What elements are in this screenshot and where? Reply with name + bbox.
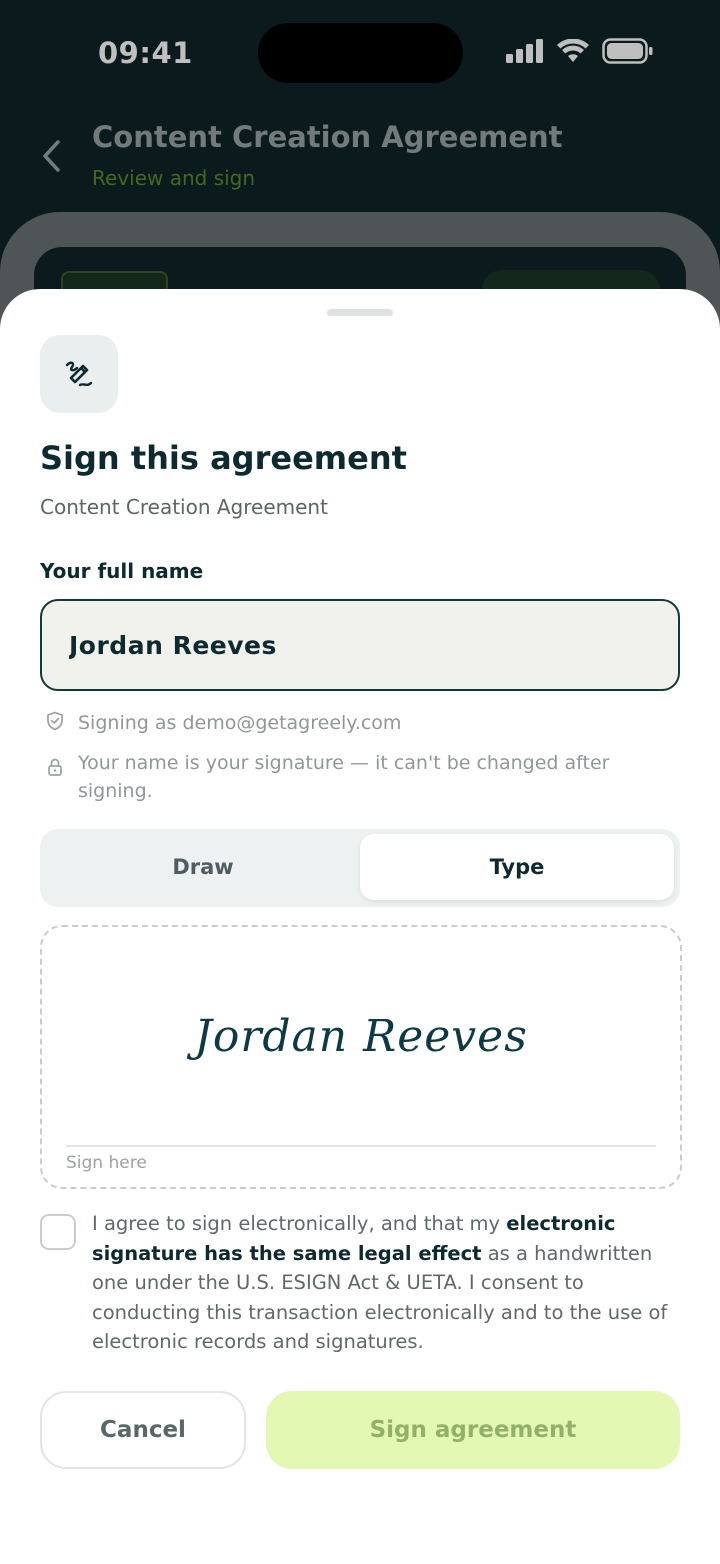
lock-hint: Your name is your signature — it can't b… (46, 749, 668, 805)
full-name-input[interactable] (40, 599, 680, 691)
shield-check-icon (47, 711, 63, 731)
sheet-subtitle: Content Creation Agreement (40, 495, 328, 519)
lock-icon (48, 758, 62, 776)
signature-pad[interactable]: Jordan Reeves Sign here (40, 925, 682, 1189)
sign-here-hint: Sign here (66, 1153, 147, 1173)
sheet-icon-badge (40, 335, 118, 413)
consent-text: I agree to sign electronically, and that… (92, 1209, 680, 1357)
consent-text-part1: I agree to sign electronically, and that… (92, 1212, 507, 1235)
sign-sheet: Sign this agreement Content Creation Agr… (0, 289, 720, 1564)
signature-mode-toggle: Draw Type (40, 829, 680, 907)
signing-as-hint: Signing as demo@getagreely.com (46, 709, 668, 737)
sheet-grabber[interactable] (327, 309, 393, 316)
tab-draw[interactable]: Draw (48, 834, 358, 900)
consent-checkbox[interactable] (40, 1214, 76, 1250)
sheet-title: Sign this agreement (40, 439, 407, 477)
tab-type[interactable]: Type (360, 834, 674, 900)
sign-agreement-button[interactable]: Sign agreement (266, 1391, 680, 1469)
signature-pen-icon (65, 361, 93, 387)
full-name-label: Your full name (40, 559, 204, 583)
signature-baseline (66, 1145, 656, 1147)
lock-hint-text: Your name is your signature — it can't b… (78, 752, 610, 802)
signing-as-text: Signing as demo@getagreely.com (78, 712, 402, 734)
signature-preview: Jordan Reeves (194, 1011, 528, 1062)
cancel-button[interactable]: Cancel (40, 1391, 246, 1469)
